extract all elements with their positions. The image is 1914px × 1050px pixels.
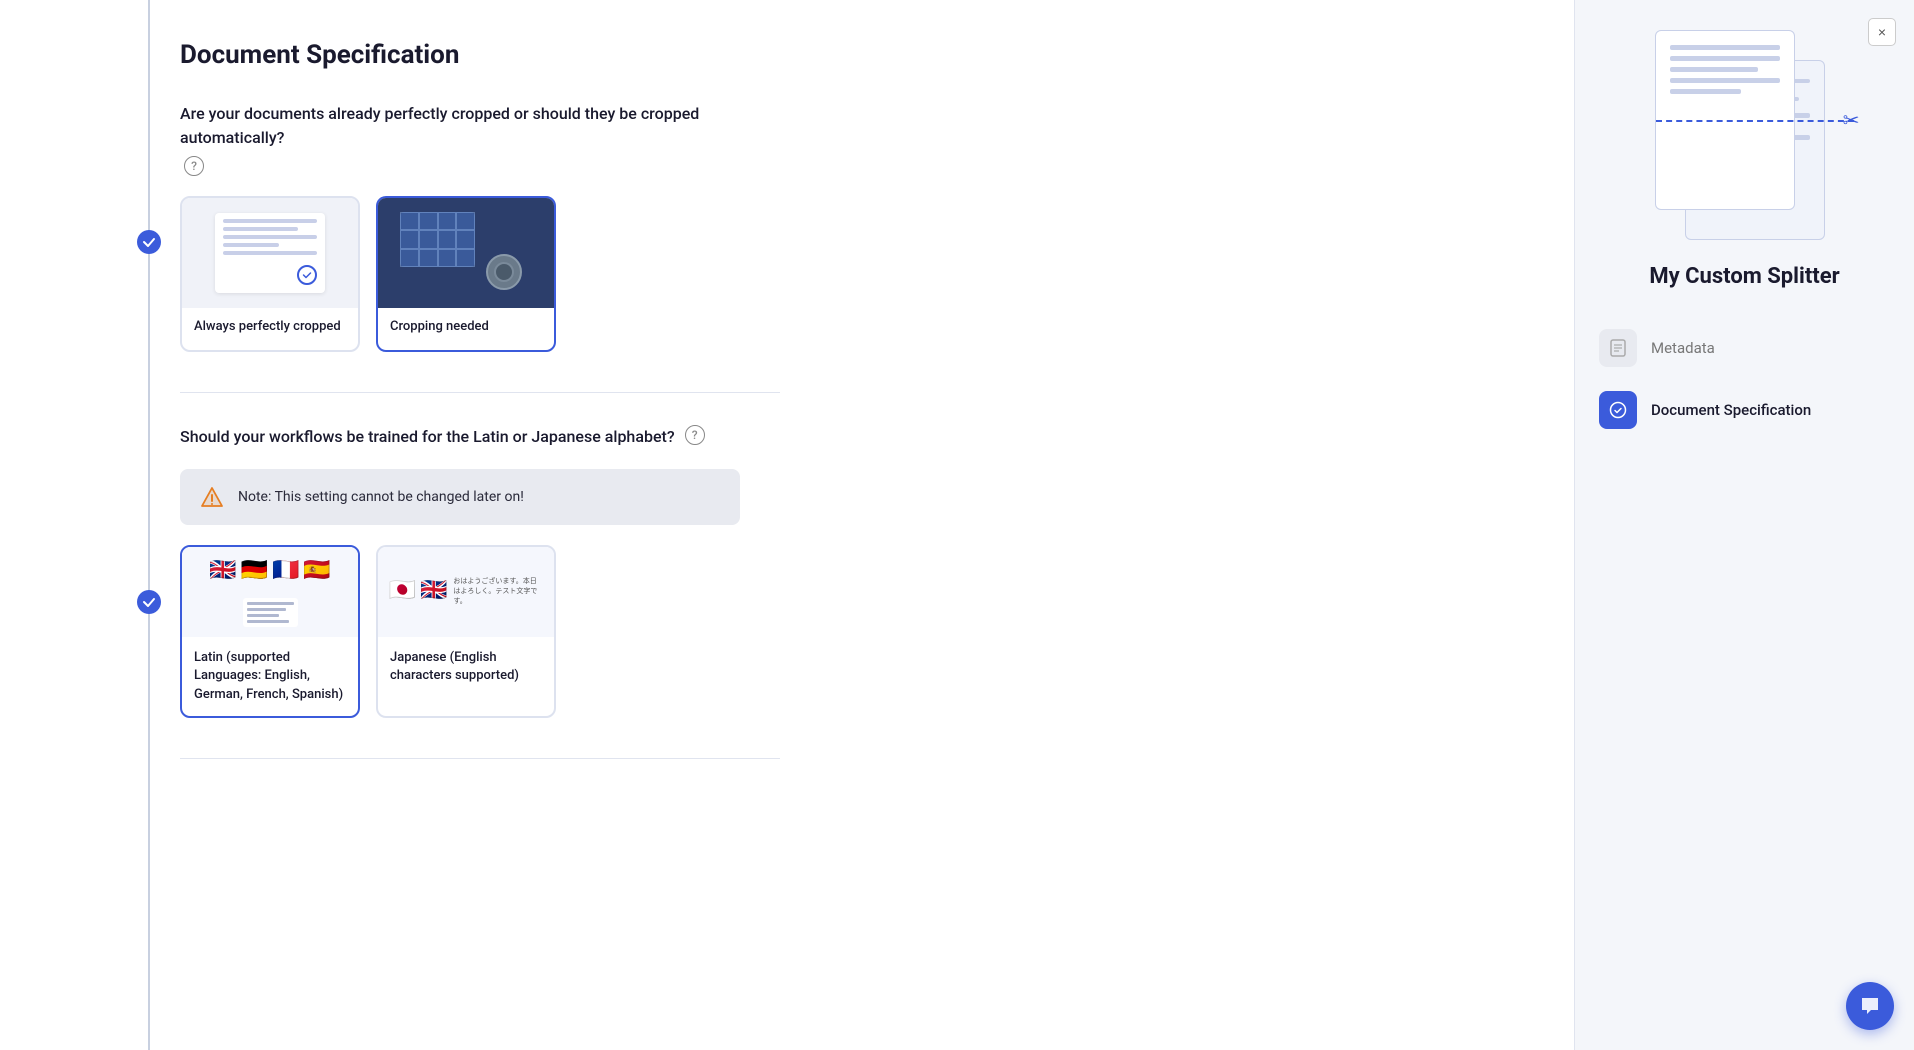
section-divider-2 [180, 758, 780, 759]
cropping-cards-row: Always perfectly cropped [180, 196, 1514, 352]
timeline-dot-1 [137, 230, 161, 254]
timeline-dot-2 [137, 590, 161, 614]
scissors-icon: ✂ [1843, 108, 1860, 132]
doc-line-3 [223, 235, 317, 239]
cropping-needed-image [378, 198, 554, 308]
latin-card[interactable]: 🇬🇧 🇩🇪 🇫🇷 🇪🇸 Latin (supported Languages: … [180, 545, 360, 718]
japanese-flags: 🇯🇵 🇬🇧 [389, 578, 448, 603]
japanese-card-image: 🇯🇵 🇬🇧 おはようございます。本日はよろしく。テスト文字です。 [378, 547, 554, 637]
always-cropped-label: Always perfectly cropped [182, 308, 358, 350]
warning-box: Note: This setting cannot be changed lat… [180, 469, 740, 525]
doc-spec-step-label: Document Specification [1651, 401, 1811, 419]
flag-gb: 🇬🇧 [209, 558, 236, 583]
cropping-question: Are your documents already perfectly cro… [180, 102, 780, 176]
doc-line-2 [223, 227, 298, 231]
flag-jp: 🇯🇵 [389, 578, 416, 603]
laptop-grid [400, 212, 475, 267]
panel-step-metadata[interactable]: Metadata [1599, 317, 1890, 379]
always-cropped-image [182, 198, 358, 308]
metadata-step-icon [1599, 329, 1637, 367]
latin-label: Latin (supported Languages: English, Ger… [182, 637, 358, 716]
always-cropped-card[interactable]: Always perfectly cropped [180, 196, 360, 352]
flag-de: 🇩🇪 [241, 558, 268, 583]
desk-scene [396, 208, 536, 298]
section-cropping: Are your documents already perfectly cro… [180, 102, 1514, 352]
doc-line-1 [223, 219, 317, 223]
doc-line-4 [223, 243, 279, 247]
flag-es: 🇪🇸 [303, 558, 330, 583]
cropped-doc-illustration [215, 213, 325, 293]
camera-lens [494, 262, 514, 282]
panel-doc-illustration: ✂ [1655, 30, 1835, 240]
timeline-line [148, 0, 150, 1050]
chat-button[interactable] [1846, 982, 1894, 1030]
section-alphabet: Should your workflows be trained for the… [180, 425, 1514, 718]
japanese-label: Japanese (English characters supported) [378, 637, 554, 697]
page-title: Document Specification [180, 40, 1514, 70]
flag-gb-jp: 🇬🇧 [420, 578, 447, 603]
alphabet-help-icon[interactable]: ? [685, 425, 705, 445]
flag-fr: 🇫🇷 [272, 558, 299, 583]
main-content: Document Specification Are your document… [0, 0, 1574, 1050]
scissors-dashed-line [1656, 120, 1854, 122]
latin-mini-doc [243, 598, 298, 627]
japanese-card[interactable]: 🇯🇵 🇬🇧 おはようございます。本日はよろしく。テスト文字です。 Japanes… [376, 545, 556, 718]
panel-title: My Custom Splitter [1599, 264, 1890, 289]
japanese-sample-text: おはようございます。本日はよろしく。テスト文字です。 [453, 577, 543, 606]
panel-step-doc-spec[interactable]: Document Specification [1599, 379, 1890, 441]
cropping-needed-label: Cropping needed [378, 308, 554, 350]
latin-card-image: 🇬🇧 🇩🇪 🇫🇷 🇪🇸 [182, 547, 358, 637]
section-divider-1 [180, 392, 780, 393]
warning-triangle-icon [198, 483, 226, 511]
doc-spec-step-icon [1599, 391, 1637, 429]
close-button[interactable]: × [1868, 18, 1896, 46]
cropping-help-icon[interactable]: ? [184, 156, 204, 176]
cropping-needed-card[interactable]: Cropping needed [376, 196, 556, 352]
right-panel: × ✂ [1574, 0, 1914, 1050]
latin-flags: 🇬🇧 🇩🇪 🇫🇷 🇪🇸 [209, 558, 331, 583]
laptop-body [400, 212, 475, 267]
alphabet-question: Should your workflows be trained for the… [180, 425, 780, 449]
panel-doc-main: ✂ [1655, 30, 1795, 210]
warning-text: Note: This setting cannot be changed lat… [238, 489, 524, 505]
doc-line-5 [223, 251, 317, 255]
language-cards-row: 🇬🇧 🇩🇪 🇫🇷 🇪🇸 Latin (supported Languages: … [180, 545, 1514, 718]
metadata-step-label: Metadata [1651, 339, 1715, 357]
camera-shape [486, 254, 522, 290]
check-overlay [297, 265, 317, 285]
